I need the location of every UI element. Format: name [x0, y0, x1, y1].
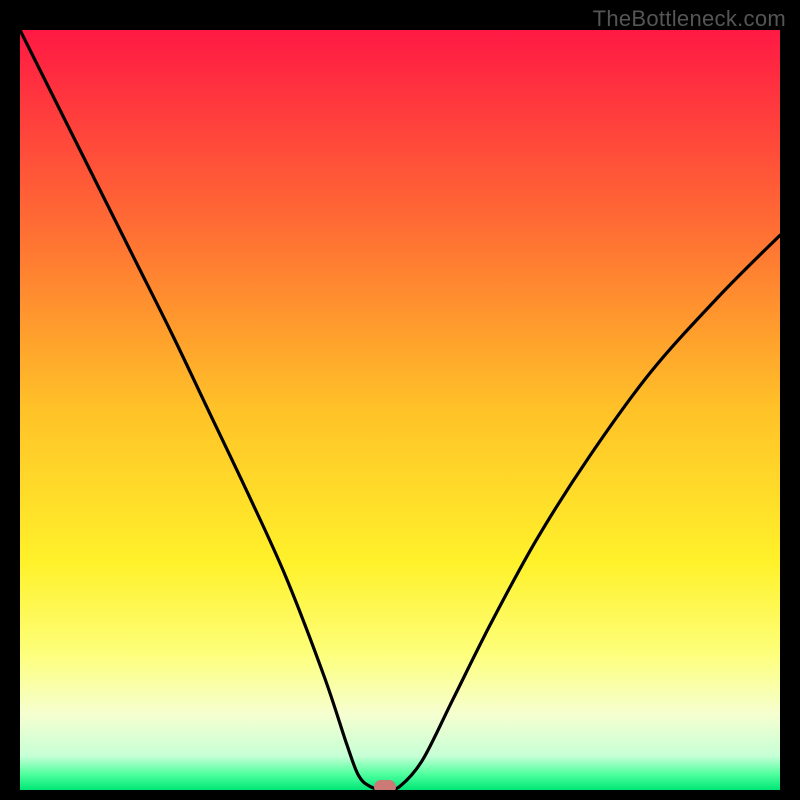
bottleneck-curve [20, 30, 780, 790]
watermark-text: TheBottleneck.com [593, 6, 786, 32]
chart-frame: TheBottleneck.com [0, 0, 800, 800]
plot-area [20, 30, 780, 790]
curve-layer [20, 30, 780, 790]
optimal-marker [374, 780, 396, 790]
